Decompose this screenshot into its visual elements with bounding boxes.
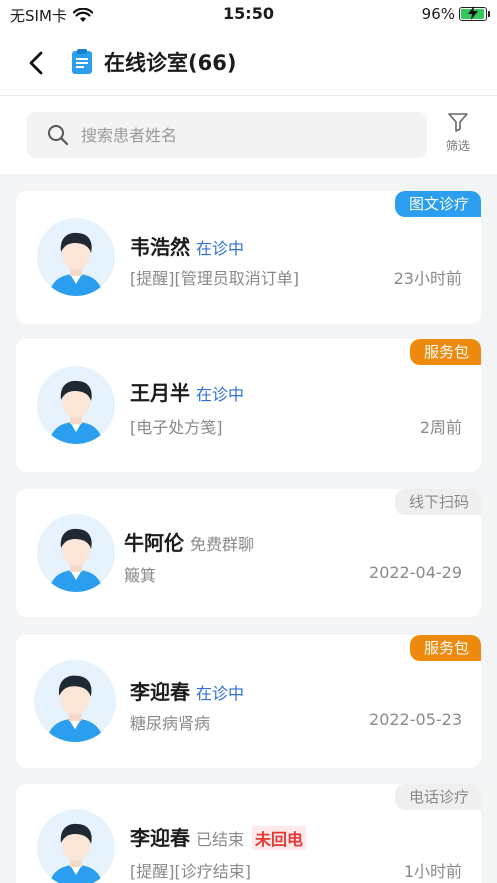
last-message: 簸箕 — [124, 566, 157, 585]
message-time: 2022-04-29 — [369, 563, 462, 582]
consult-status: 免费群聊 — [190, 535, 255, 554]
message-time: 1小时前 — [403, 862, 462, 881]
back-icon[interactable] — [26, 50, 48, 76]
service-tag: 图文诊疗 — [394, 191, 481, 217]
last-message: 糖尿病肾病 — [130, 714, 211, 733]
patient-name: 李迎春 — [130, 680, 190, 704]
avatar — [37, 218, 115, 296]
filter-icon — [448, 113, 468, 132]
search-icon — [48, 125, 69, 146]
status-bar: 无SIM卡 15:50 96% — [0, 0, 497, 30]
clinic-icon — [72, 49, 92, 74]
name-row: 李迎春 已结束 未回电 — [130, 822, 307, 851]
filter-button[interactable]: 筛选 — [441, 112, 475, 154]
battery-percent: 96% — [421, 5, 455, 23]
service-tag: 线下扫码 — [394, 489, 481, 515]
last-message: [电子处方笺] — [130, 418, 223, 437]
battery-group: 96% — [421, 5, 490, 23]
patient-name: 王月半 — [130, 381, 190, 405]
callback-badge: 未回电 — [252, 826, 307, 850]
battery-icon — [459, 6, 490, 21]
avatar — [37, 809, 115, 883]
name-row: 李迎春 在诊中 — [130, 676, 244, 705]
patient-name: 韦浩然 — [130, 235, 190, 259]
patient-card[interactable]: 牛阿伦 免费群聊 簸箕 2022-04-29 线下扫码 — [16, 489, 481, 617]
name-row: 牛阿伦 免费群聊 — [124, 527, 254, 556]
message-time: 2022-05-23 — [369, 710, 462, 729]
patient-name: 李迎春 — [130, 826, 190, 850]
service-tag: 服务包 — [409, 339, 481, 365]
filter-label: 筛选 — [445, 139, 470, 153]
avatar — [37, 366, 115, 444]
navigation-bar: 在线诊室(66) — [0, 30, 497, 96]
patient-card[interactable]: 韦浩然 在诊中 [提醒][管理员取消订单] 23小时前 图文诊疗 — [16, 191, 481, 324]
search-box[interactable] — [27, 112, 427, 158]
consult-status: 已结束 — [196, 830, 245, 849]
service-tag: 电话诊疗 — [394, 784, 481, 810]
patient-name: 牛阿伦 — [124, 531, 184, 555]
avatar — [34, 660, 116, 742]
name-row: 王月半 在诊中 — [130, 377, 244, 406]
last-message: [提醒][管理员取消订单] — [130, 269, 299, 288]
patient-card[interactable]: 李迎春 已结束 未回电 [提醒][诊疗结束] 1小时前 电话诊疗 — [16, 784, 481, 883]
consult-status: 在诊中 — [196, 239, 245, 258]
page-title: 在线诊室(66) — [104, 51, 237, 75]
search-input[interactable] — [81, 125, 381, 145]
patient-card[interactable]: 王月半 在诊中 [电子处方笺] 2周前 服务包 — [16, 339, 481, 472]
message-time: 2周前 — [419, 418, 462, 437]
avatar — [37, 514, 115, 592]
search-area: 筛选 — [0, 96, 497, 174]
service-tag: 服务包 — [409, 635, 481, 661]
consult-status: 在诊中 — [196, 684, 245, 703]
message-time: 23小时前 — [393, 269, 462, 288]
patient-card[interactable]: 李迎春 在诊中 糖尿病肾病 2022-05-23 服务包 — [16, 635, 481, 768]
consult-status: 在诊中 — [196, 385, 245, 404]
name-row: 韦浩然 在诊中 — [130, 231, 244, 260]
last-message: [提醒][诊疗结束] — [130, 862, 251, 881]
